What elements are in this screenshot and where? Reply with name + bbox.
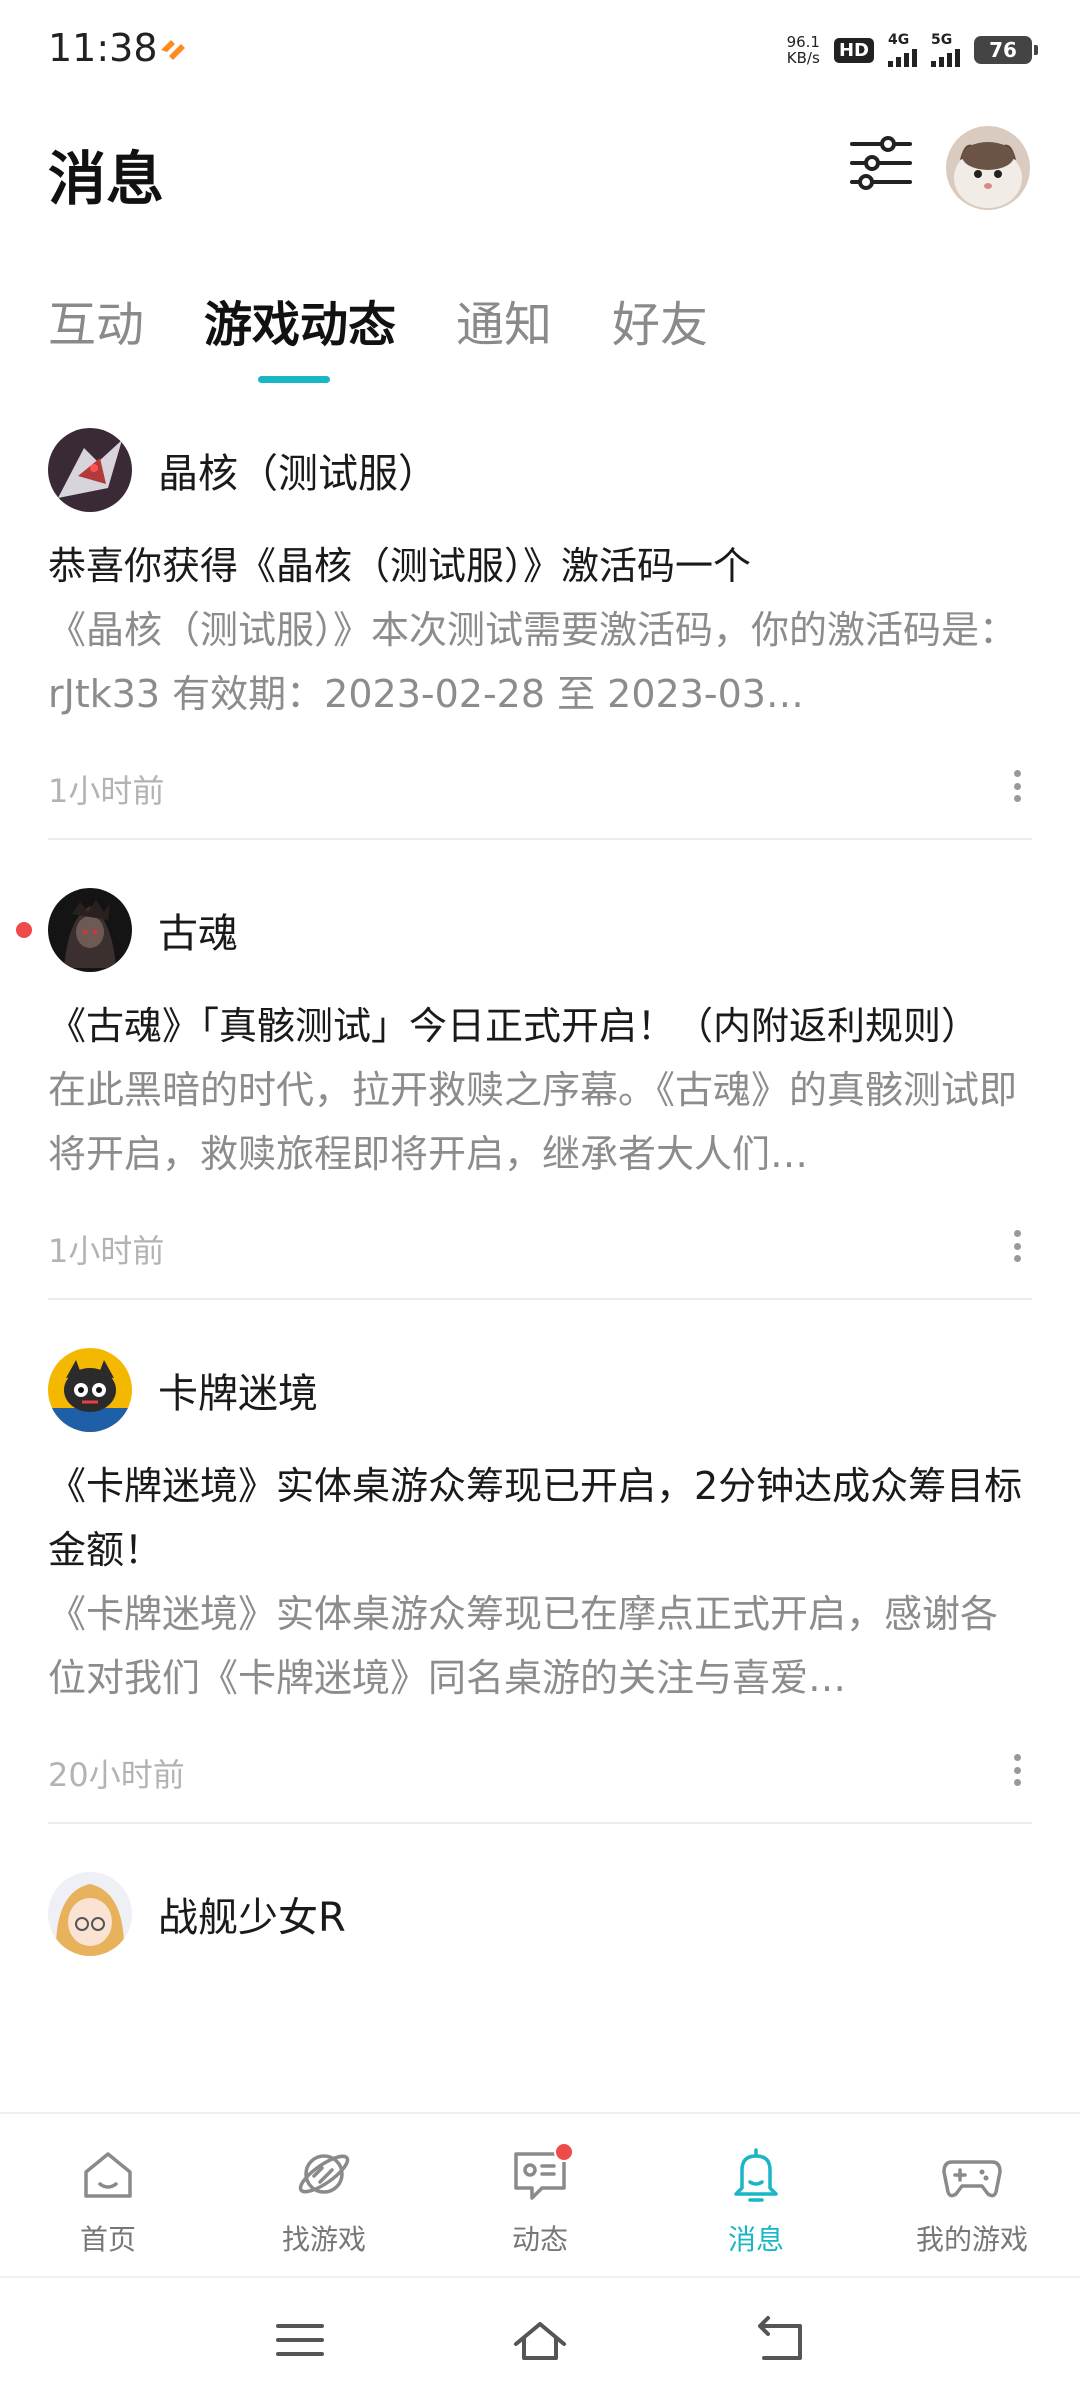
divider <box>48 838 1032 840</box>
message-body: 《卡牌迷境》实体桌游众筹现已在摩点正式开启，感谢各位对我们《卡牌迷境》同名桌游的… <box>48 1592 999 1700</box>
nav-label: 动态 <box>511 2223 568 2256</box>
nav-home[interactable]: 首页 <box>0 2114 216 2274</box>
message-body: 在此黑暗的时代，拉开救赎之序幕。《古魂》的真骸测试即将开启，救赎旅程即将开启，继… <box>48 1068 1018 1176</box>
message-tabs: 互动 游戏动态 通知 好友 <box>48 285 768 355</box>
nav-my-games[interactable]: 我的游戏 <box>864 2114 1080 2274</box>
more-options-button[interactable] <box>1002 766 1032 806</box>
message-card[interactable]: 古魂 《古魂》「真骸测试」今日正式开启！（内附返利规则） 在此黑暗的时代，拉开救… <box>0 880 1080 1298</box>
hd-icon: HD <box>833 37 874 63</box>
filter-settings-button[interactable] <box>848 130 914 196</box>
user-avatar[interactable] <box>946 126 1030 210</box>
network-speed: 96.1 KB/s <box>786 33 820 67</box>
card-game-avatar-icon <box>48 1348 132 1432</box>
message-feed: 晶核（测试服） 恭喜你获得《晶核（测试服）》激活码一个 《晶核（测试服）》本次测… <box>0 420 1080 1964</box>
active-tab-indicator <box>258 376 330 383</box>
game-avatar[interactable] <box>48 888 132 972</box>
tab-interaction[interactable]: 互动 <box>48 285 144 355</box>
page-title: 消息 <box>48 145 165 213</box>
nav-feed[interactable]: 动态 <box>432 2114 648 2274</box>
system-navigation-bar <box>0 2276 1080 2400</box>
planet-icon <box>298 2154 350 2194</box>
nav-label: 消息 <box>727 2223 784 2256</box>
more-options-button[interactable] <box>1002 1226 1032 1266</box>
bottom-navigation: 首页 找游戏 动态 消息 我的游戏 <box>0 2112 1080 2274</box>
tab-friends[interactable]: 好友 <box>612 285 708 355</box>
game-avatar[interactable] <box>48 428 132 512</box>
notification-app-icon <box>161 40 185 60</box>
nav-label: 找游戏 <box>281 2223 366 2256</box>
message-card[interactable]: 卡牌迷境 《卡牌迷境》实体桌游众筹现已开启，2分钟达成众筹目标金额！ 《卡牌迷境… <box>0 1340 1080 1822</box>
status-time: 11:38 <box>48 26 158 70</box>
cat-avatar-icon <box>946 126 1030 210</box>
tab-notifications[interactable]: 通知 <box>456 285 552 355</box>
game-name[interactable]: 卡牌迷境 <box>158 1361 318 1419</box>
notification-badge <box>554 2142 574 2162</box>
game-avatar[interactable] <box>48 1872 132 1956</box>
divider <box>48 1822 1032 1824</box>
sliders-icon <box>850 136 912 190</box>
game-name[interactable]: 古魂 <box>158 901 238 959</box>
nav-label: 我的游戏 <box>915 2223 1028 2256</box>
tab-game-updates[interactable]: 游戏动态 <box>204 285 396 355</box>
nav-messages[interactable]: 消息 <box>648 2114 864 2274</box>
nav-find-games[interactable]: 找游戏 <box>216 2114 432 2274</box>
message-card[interactable]: 晶核（测试服） 恭喜你获得《晶核（测试服）》激活码一个 《晶核（测试服）》本次测… <box>0 420 1080 838</box>
message-time: 1小时前 <box>48 1232 165 1270</box>
back-icon[interactable] <box>750 2312 810 2368</box>
nav-label: 首页 <box>79 2223 136 2256</box>
dragon-avatar-icon <box>48 428 132 512</box>
battery-icon: 76 <box>974 36 1038 64</box>
dark-knight-avatar-icon <box>48 888 132 972</box>
message-card[interactable]: 战舰少女R <box>0 1864 1080 1964</box>
unread-dot <box>16 922 32 938</box>
message-body: 《晶核（测试服）》本次测试需要激活码，你的激活码是：rJtk33 有效期：202… <box>48 608 1018 716</box>
game-name[interactable]: 战舰少女R <box>158 1885 346 1943</box>
signal-5g-icon: 5G <box>931 33 960 67</box>
message-title: 恭喜你获得《晶核（测试服）》激活码一个 <box>48 544 752 588</box>
gamepad-icon <box>942 2160 1002 2198</box>
status-bar: 11:38 96.1 KB/s HD 4G 5G 76 <box>0 0 1080 100</box>
game-avatar[interactable] <box>48 1348 132 1432</box>
message-time: 1小时前 <box>48 772 165 810</box>
message-title: 《古魂》「真骸测试」今日正式开启！（内附返利规则） <box>48 1004 980 1048</box>
home-icon <box>84 2152 132 2198</box>
status-icons: 96.1 KB/s HD 4G 5G 76 <box>786 30 1038 70</box>
anime-girl-avatar-icon <box>48 1872 132 1956</box>
menu-icon[interactable] <box>270 2312 330 2368</box>
signal-4g-icon: 4G <box>888 33 917 67</box>
home-outline-icon[interactable] <box>510 2312 570 2368</box>
message-time: 20小时前 <box>48 1756 185 1794</box>
message-title: 《卡牌迷境》实体桌游众筹现已开启，2分钟达成众筹目标金额！ <box>48 1464 1023 1572</box>
more-options-button[interactable] <box>1002 1750 1032 1790</box>
bell-icon <box>734 2148 778 2202</box>
game-name[interactable]: 晶核（测试服） <box>158 441 438 499</box>
divider <box>48 1298 1032 1300</box>
